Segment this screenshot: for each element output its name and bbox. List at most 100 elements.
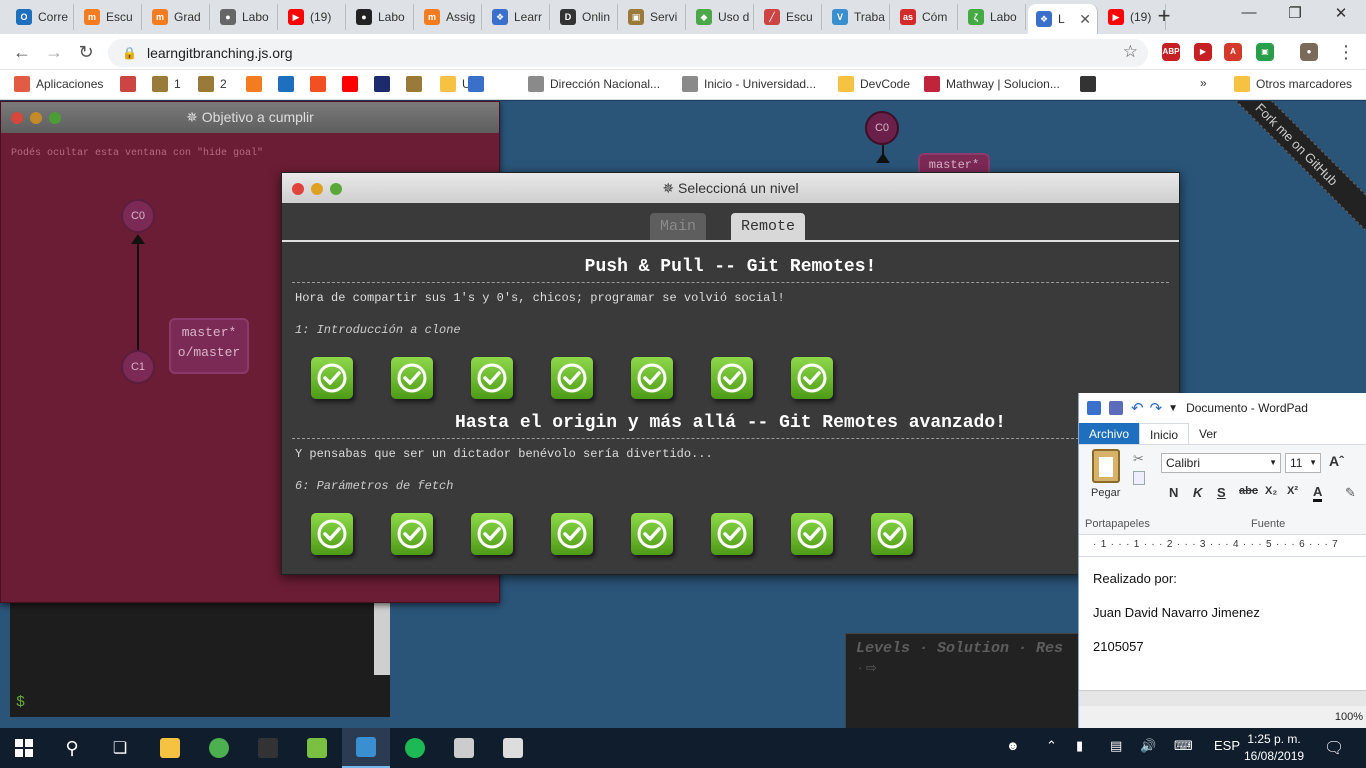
browser-tab[interactable]: O Corre <box>8 4 74 30</box>
taskbar-app-wordpad[interactable] <box>342 728 390 768</box>
bookmark-item[interactable]: 1 <box>152 76 181 92</box>
paste-button[interactable]: Pegar <box>1091 449 1120 499</box>
minimize-light-icon[interactable] <box>311 183 323 195</box>
taskbar-app-app-7[interactable] <box>440 728 488 768</box>
menu-inicio[interactable]: Inicio <box>1139 423 1190 444</box>
underline-button[interactable]: S <box>1217 485 1226 500</box>
bookmark-item[interactable] <box>406 76 428 92</box>
browser-tab[interactable]: V Traba <box>824 4 890 30</box>
wordpad-horizontal-scrollbar[interactable] <box>1079 690 1366 706</box>
command-terminal[interactable]: $ <box>10 603 390 717</box>
forward-button[interactable]: → <box>42 41 66 63</box>
browser-tab[interactable]: ζ Labo <box>960 4 1026 30</box>
browser-tab[interactable]: m Assig <box>416 4 482 30</box>
bookmark-item[interactable] <box>310 76 332 92</box>
search-button[interactable]: ⚲ <box>48 728 96 768</box>
level-button-completed[interactable] <box>551 513 593 555</box>
menu-archivo[interactable]: Archivo <box>1079 423 1140 444</box>
extension-icon[interactable]: ▶ <box>1194 43 1212 61</box>
browser-tab[interactable]: ● Labo <box>348 4 414 30</box>
taskbar-app-chrome[interactable] <box>195 728 243 768</box>
undo-icon[interactable]: ↶ <box>1131 399 1144 417</box>
bookmark-item[interactable] <box>246 76 268 92</box>
bookmark-item[interactable] <box>374 76 396 92</box>
tab-remote[interactable]: Remote <box>731 213 806 240</box>
network-icon[interactable]: ▤ <box>1110 738 1122 754</box>
italic-button[interactable]: K <box>1193 485 1202 500</box>
superscript-button[interactable]: X² <box>1287 485 1298 497</box>
minimize-light-icon[interactable] <box>30 112 42 124</box>
browser-tab[interactable]: ▣ Servi <box>620 4 686 30</box>
level-button-completed[interactable] <box>791 357 833 399</box>
browser-tab[interactable]: ❖ L ✕ <box>1028 4 1098 34</box>
bookmark-item[interactable] <box>342 76 364 92</box>
terminal-scrollbar[interactable] <box>374 603 390 675</box>
browser-tab[interactable]: ▶ (19) <box>280 4 346 30</box>
close-tab-icon[interactable]: ✕ <box>1079 11 1091 28</box>
battery-icon[interactable]: ▮ <box>1076 738 1083 754</box>
browser-tab[interactable]: m Escu <box>76 4 142 30</box>
reload-button[interactable]: ↻ <box>74 41 98 63</box>
maximize-button[interactable]: ❐ <box>1272 4 1318 28</box>
font-family-select[interactable]: Calibri ▼ <box>1161 453 1281 473</box>
clock[interactable]: 1:25 p. m. 16/08/2019 <box>1244 731 1304 765</box>
level-button-completed[interactable] <box>791 513 833 555</box>
bookmark-item[interactable] <box>1080 76 1102 92</box>
bookmark-item[interactable]: Aplicaciones <box>14 76 103 92</box>
bookmark-item[interactable] <box>468 76 490 92</box>
menu-ver[interactable]: Ver <box>1189 423 1227 444</box>
level-button-completed[interactable] <box>471 513 513 555</box>
browser-tab[interactable]: ❖ Learr <box>484 4 550 30</box>
maximize-light-icon[interactable] <box>330 183 342 195</box>
copy-icon[interactable] <box>1133 471 1145 485</box>
level-button-completed[interactable] <box>631 357 673 399</box>
taskbar-app-spotify[interactable] <box>391 728 439 768</box>
start-button[interactable] <box>0 728 48 768</box>
level-button-completed[interactable] <box>871 513 913 555</box>
cut-icon[interactable]: ✂ <box>1133 451 1144 467</box>
tab-main[interactable]: Main <box>650 213 707 240</box>
extension-icon[interactable]: ● <box>1300 43 1318 61</box>
minimize-button[interactable]: — <box>1226 4 1272 28</box>
strikethrough-button[interactable]: abc <box>1239 485 1258 497</box>
back-button[interactable]: ← <box>10 41 34 63</box>
bookmark-item[interactable]: 2 <box>198 76 227 92</box>
level-button-completed[interactable] <box>391 513 433 555</box>
extension-icon[interactable]: ▣ <box>1256 43 1274 61</box>
quick-access-dropdown-icon[interactable]: ▼ <box>1168 403 1178 414</box>
people-icon[interactable]: ☻ <box>1006 738 1020 753</box>
bookmark-star-icon[interactable]: ☆ <box>1123 42 1138 62</box>
grow-font-icon[interactable]: Aˆ <box>1329 453 1344 469</box>
address-bar[interactable]: 🔒 learngitbranching.js.org ☆ <box>108 39 1148 67</box>
task-view-button[interactable]: ❏ <box>96 728 144 768</box>
highlighter-icon[interactable]: ✎ <box>1345 485 1356 501</box>
browser-tab[interactable]: ╱ Escu <box>756 4 822 30</box>
bookmark-item[interactable] <box>120 76 142 92</box>
keyboard-icon[interactable]: ⌨ <box>1174 738 1193 754</box>
show-hidden-icons-button[interactable]: ⌃ <box>1046 738 1057 754</box>
bookmark-item[interactable] <box>278 76 300 92</box>
extension-icon[interactable]: A <box>1224 43 1242 61</box>
level-button-completed[interactable] <box>711 513 753 555</box>
level-button-completed[interactable] <box>391 357 433 399</box>
level-button-completed[interactable] <box>311 513 353 555</box>
other-bookmarks-folder[interactable]: Otros marcadores <box>1234 76 1352 92</box>
font-size-select[interactable]: 11 ▼ <box>1285 453 1321 473</box>
bookmark-item[interactable]: DevCode <box>838 76 910 92</box>
wordpad-document[interactable]: Realizado por: Juan David Navarro Jimene… <box>1079 557 1366 683</box>
redo-icon[interactable]: ↷ <box>1150 399 1163 417</box>
wordpad-ruler[interactable]: · 1 · · · 1 · · · 2 · · · 3 · · · 4 · · … <box>1079 535 1366 557</box>
browser-tab[interactable]: ◆ Uso d <box>688 4 754 30</box>
taskbar-app-cmd[interactable] <box>244 728 292 768</box>
menu-kebab-icon[interactable]: ⋮ <box>1334 41 1358 63</box>
volume-icon[interactable]: 🔊 <box>1140 738 1156 754</box>
save-icon[interactable] <box>1109 401 1123 415</box>
extension-icon[interactable]: ABP <box>1162 43 1180 61</box>
new-tab-button[interactable]: + <box>1152 5 1176 29</box>
browser-tab[interactable]: ● Labo <box>212 4 278 30</box>
browser-tab[interactable]: as Cóm <box>892 4 958 30</box>
level-button-completed[interactable] <box>471 357 513 399</box>
bookmarks-overflow-button[interactable]: » <box>1200 76 1207 90</box>
close-window-button[interactable]: ✕ <box>1318 4 1364 28</box>
browser-tab[interactable]: m Grad <box>144 4 210 30</box>
